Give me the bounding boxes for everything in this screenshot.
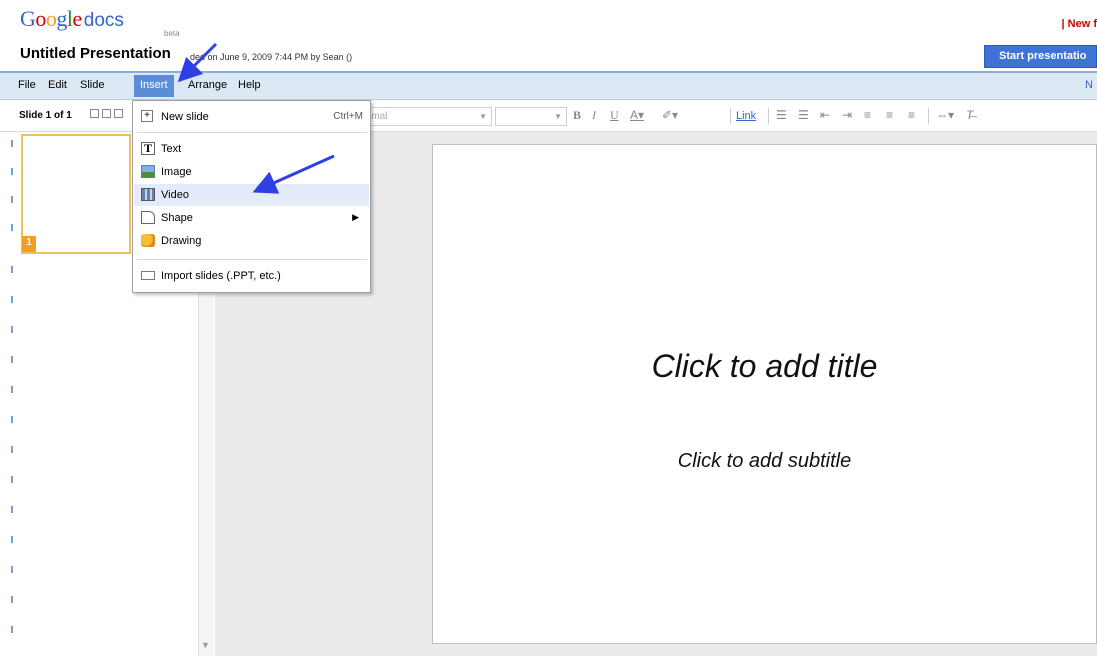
annotation-arrow-video bbox=[252, 154, 335, 194]
annotation-arrow-insert bbox=[177, 42, 218, 83]
annotation-arrows bbox=[177, 42, 335, 194]
